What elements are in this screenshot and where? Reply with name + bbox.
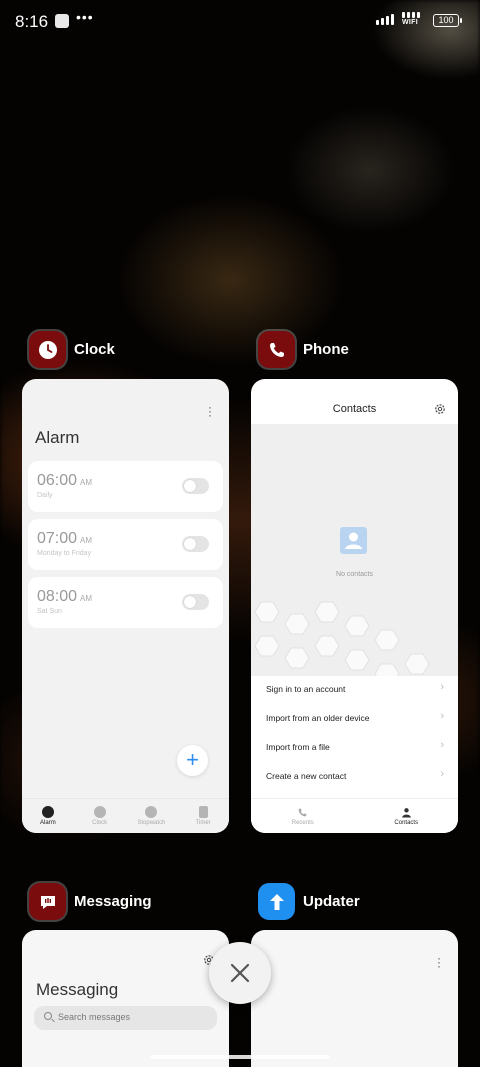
chevron-right-icon: › [440, 739, 444, 751]
menu-item-label: Create a new contact [266, 771, 347, 781]
more-options-icon[interactable]: · · · [207, 401, 213, 421]
menu-item-label: Import from a file [266, 742, 330, 752]
clock-icon [93, 806, 106, 818]
alarm-item[interactable]: 07:00 AM Monday to Friday [28, 519, 223, 570]
phone-app-card[interactable]: Contacts No contacts Sign in to an accou… [251, 379, 458, 833]
tab-clock[interactable]: Clock [74, 799, 126, 833]
tab-label: Contacts [394, 819, 419, 826]
clock-bottom-nav: Alarm Clock Stopwatch Timer [22, 798, 229, 833]
stopwatch-icon [145, 806, 158, 818]
app-name-messaging: Messaging [74, 893, 152, 910]
chevron-right-icon: › [440, 681, 444, 693]
menu-item-import-file[interactable]: Import from a file › [251, 734, 458, 763]
page-title: Alarm [35, 428, 80, 447]
clear-all-button[interactable] [209, 942, 271, 1004]
chevron-right-icon: › [440, 710, 444, 722]
wifi-icon: WIFI [402, 12, 426, 26]
tab-label: Recents [291, 819, 314, 826]
menu-item-label: Import from an older device [266, 713, 370, 723]
more-options-icon[interactable]: · · · [436, 952, 442, 972]
page-title: Contacts [332, 403, 377, 415]
notification-square-icon [55, 14, 69, 28]
updater-app-icon [258, 883, 295, 920]
tab-label: Timer [195, 820, 211, 826]
alarm-toggle[interactable] [182, 478, 209, 494]
clock-app-icon [29, 331, 66, 368]
messaging-app-icon [29, 883, 66, 920]
close-icon [230, 963, 250, 983]
phone-app-icon [258, 331, 295, 368]
settings-gear-icon[interactable] [434, 403, 446, 415]
cellular-signal-icon [376, 14, 394, 25]
contact-placeholder-icon [340, 527, 367, 554]
tab-label: Stopwatch [137, 820, 166, 826]
empty-state-text: No contacts [336, 571, 373, 578]
contacts-empty-area: No contacts [251, 424, 458, 676]
menu-item-sign-in[interactable]: Sign in to an account › [251, 676, 458, 705]
search-placeholder: Search messages [58, 1012, 131, 1022]
tab-label: Clock [92, 820, 108, 826]
alarm-repeat: Sat Sun [37, 608, 62, 615]
menu-item-import-older-device[interactable]: Import from an older device › [251, 705, 458, 734]
app-header-phone[interactable]: Phone [258, 331, 349, 368]
updater-app-card[interactable]: · · · [251, 930, 458, 1067]
alarm-repeat: Monday to Friday [37, 550, 92, 557]
page-title: Messaging [36, 980, 119, 999]
tab-stopwatch[interactable]: Stopwatch [126, 799, 178, 833]
app-header-updater[interactable]: Updater [258, 883, 360, 920]
hexagon-pattern-decoration [254, 601, 430, 676]
menu-item-label: Sign in to an account [266, 684, 346, 694]
status-time: 8:16 [15, 12, 49, 31]
alarm-ampm: AM [80, 594, 93, 603]
tab-alarm[interactable]: Alarm [22, 799, 74, 833]
tab-timer[interactable]: Timer [177, 799, 229, 833]
phone-icon [298, 808, 307, 816]
alarm-toggle[interactable] [182, 536, 209, 552]
clock-app-card[interactable]: · · · Alarm 06:00 AM Daily 07:00 AM Monday t… [22, 379, 229, 833]
battery-icon: 100 [433, 14, 462, 27]
home-indicator[interactable] [150, 1055, 330, 1059]
alarm-time: 07:00 [37, 530, 78, 547]
wifi-label: WIFI [402, 19, 418, 26]
tab-contacts[interactable]: Contacts [355, 799, 459, 833]
alarm-ampm: AM [80, 536, 93, 545]
alarm-ampm: AM [80, 478, 93, 487]
alarm-icon [41, 806, 54, 818]
menu-item-create-contact[interactable]: Create a new contact › [251, 763, 458, 792]
alarm-repeat: Daily [37, 492, 53, 499]
status-bar: 8:16 ••• WIFI 100 [0, 0, 480, 44]
more-notifications-icon: ••• [76, 9, 94, 25]
add-alarm-button[interactable]: + [177, 745, 208, 776]
tab-recents[interactable]: Recents [251, 799, 355, 833]
search-input[interactable]: Search messages [34, 1006, 217, 1030]
app-name-updater: Updater [303, 893, 360, 910]
alarm-time: 08:00 [37, 588, 78, 605]
search-icon [44, 1012, 52, 1020]
person-icon [401, 807, 411, 817]
messaging-app-card[interactable]: Messaging Search messages [22, 930, 229, 1067]
hourglass-icon [198, 806, 208, 818]
alarm-item[interactable]: 08:00 AM Sat Sun [28, 577, 223, 628]
app-header-clock[interactable]: Clock [29, 331, 115, 368]
alarm-item[interactable]: 06:00 AM Daily [28, 461, 223, 512]
app-name-clock: Clock [74, 341, 115, 358]
chevron-right-icon: › [440, 768, 444, 780]
phone-bottom-nav: Recents Contacts [251, 798, 458, 833]
alarm-toggle[interactable] [182, 594, 209, 610]
app-name-phone: Phone [303, 341, 349, 358]
app-header-messaging[interactable]: Messaging [29, 883, 152, 920]
alarm-time: 06:00 [37, 472, 78, 489]
tab-label: Alarm [40, 820, 56, 826]
